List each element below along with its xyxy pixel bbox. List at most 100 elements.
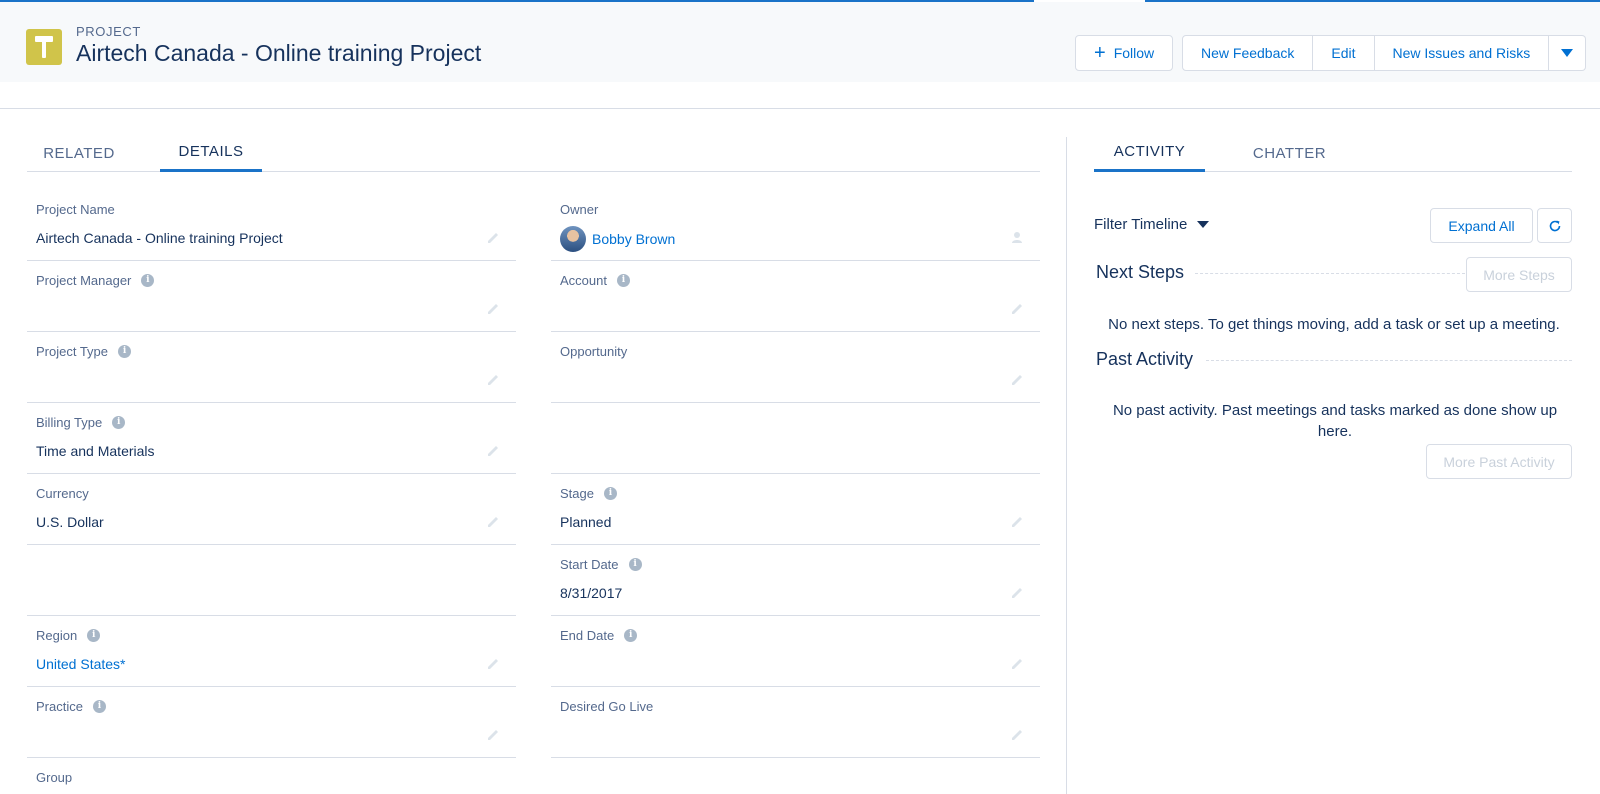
info-icon[interactable]: i [92,700,106,713]
expand-all-button[interactable]: Expand All [1430,208,1533,243]
tab-chatter[interactable]: CHATTER [1234,134,1345,172]
new-issues-risks-button[interactable]: New Issues and Risks [1374,35,1550,71]
field-end-date: End Date i [551,616,1040,687]
label-text: Billing Type [36,415,103,430]
pencil-icon[interactable] [1010,371,1026,387]
more-actions-button[interactable] [1549,35,1587,71]
field-label: Region i [36,628,101,643]
details-tabset: RELATED DETAILS [27,134,1040,172]
next-steps-title: Next Steps [1096,262,1185,282]
next-steps-empty-message: No next steps. To get things moving, add… [1108,316,1560,333]
info-icon[interactable]: i [141,274,155,287]
field-value: U.S. Dollar [36,514,104,530]
field-label: Opportunity [560,344,628,359]
hammer-icon [26,29,62,65]
info-icon[interactable]: i [628,558,642,571]
info-icon[interactable]: i [87,629,101,642]
field-label: Group [36,770,73,785]
field-opportunity: Opportunity [551,332,1040,403]
label-text: Start Date [560,557,619,572]
plus-icon: + [1094,42,1106,64]
filter-label: Filter Timeline [1094,216,1188,233]
header-divider [0,108,1600,109]
edit-button[interactable]: Edit [1313,35,1375,71]
pencil-icon[interactable] [1010,726,1026,742]
dashed-separator [1195,273,1465,274]
pencil-icon[interactable] [1010,300,1026,316]
field-value: 8/31/2017 [560,585,623,601]
pencil-icon[interactable] [486,371,502,387]
activity-tabset: ACTIVITY CHATTER [1094,134,1572,172]
info-icon[interactable]: i [603,487,617,500]
pencil-icon[interactable] [486,229,502,245]
follow-button[interactable]: + Follow [1075,35,1174,71]
label-text: Project Manager [36,273,132,288]
field-project-name: Project Name Airtech Canada - Online tra… [27,190,516,261]
field-label: Practice i [36,699,106,714]
field-stage: Stage i Planned [551,474,1040,545]
pencil-icon[interactable] [486,300,502,316]
past-activity-empty-message: No past activity. Past meetings and task… [1112,402,1558,440]
owner-link[interactable]: Bobby Brown [592,231,675,247]
field-group: Group [27,758,516,794]
pencil-icon[interactable] [486,513,502,529]
more-past-activity-button[interactable]: More Past Activity [1426,444,1572,479]
field-value: Airtech Canada - Online training Project [36,230,283,246]
field-account: Account i [551,261,1040,332]
field-empty-slot [27,545,516,616]
pencil-icon[interactable] [1010,655,1026,671]
field-label: Account i [560,273,630,288]
field-project-manager: Project Manager i [27,261,516,332]
field-label: Project Name [36,202,115,217]
pencil-icon[interactable] [1010,584,1026,600]
info-icon[interactable]: i [616,274,630,287]
label-text: Project Type [36,344,109,359]
tab-activity[interactable]: ACTIVITY [1094,134,1205,172]
field-value: Time and Materials [36,443,155,459]
field-desired-go-live: Desired Go Live [551,687,1040,758]
label-text: Stage [560,486,594,501]
new-feedback-button[interactable]: New Feedback [1182,35,1314,71]
field-project-type: Project Type i [27,332,516,403]
field-label: Stage i [560,486,617,501]
object-type-label: PROJECT [76,24,141,39]
dashed-separator [1206,360,1572,361]
region-link[interactable]: United States* [36,656,126,672]
more-steps-button[interactable]: More Steps [1466,257,1572,292]
field-practice: Practice i [27,687,516,758]
refresh-button[interactable] [1537,208,1572,243]
column-divider [1066,137,1067,794]
record-header: PROJECT Airtech Canada - Online training… [0,2,1600,82]
info-icon[interactable]: i [624,629,638,642]
field-label: End Date i [560,628,638,643]
pencil-icon[interactable] [486,442,502,458]
field-label: Desired Go Live [560,699,654,714]
pencil-icon[interactable] [486,726,502,742]
follow-label: Follow [1113,45,1155,61]
info-icon[interactable]: i [118,345,132,358]
avatar [560,226,586,252]
follow-button-group: + Follow [1075,35,1174,71]
tab-details[interactable]: DETAILS [160,134,262,172]
page-title: Airtech Canada - Online training Project [76,40,482,66]
label-text: Practice [36,699,83,714]
field-label: Project Type i [36,344,132,359]
field-currency: Currency U.S. Dollar [27,474,516,545]
field-start-date: Start Date i 8/31/2017 [551,545,1040,616]
field-billing-type: Billing Type i Time and Materials [27,403,516,474]
change-owner-icon[interactable] [1010,229,1026,245]
field-owner: Owner Bobby Brown [551,190,1040,261]
owner-value: Bobby Brown [560,226,675,252]
label-text: Account [560,273,607,288]
field-value: Planned [560,514,612,530]
tab-related[interactable]: RELATED [27,134,131,172]
caret-down-icon [1197,221,1210,228]
filter-timeline-dropdown[interactable]: Filter Timeline [1094,216,1210,233]
info-icon[interactable]: i [112,416,126,429]
pencil-icon[interactable] [486,655,502,671]
pencil-icon[interactable] [1010,513,1026,529]
field-label: Project Manager i [36,273,155,288]
field-empty-slot [551,403,1040,474]
past-activity-title: Past Activity [1096,349,1194,369]
field-label: Billing Type i [36,415,126,430]
